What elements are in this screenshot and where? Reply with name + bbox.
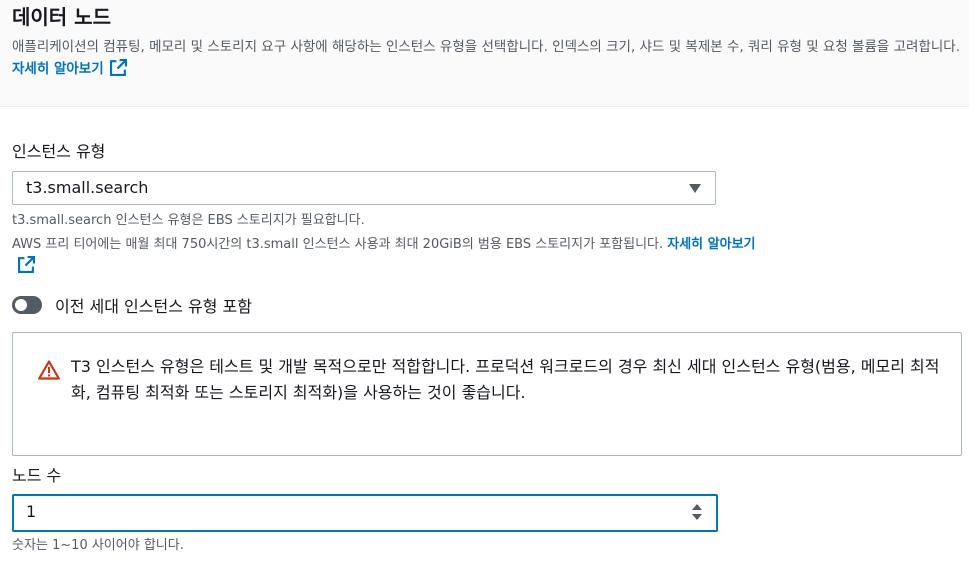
learn-more-label: 자세히 알아보기	[12, 61, 104, 77]
section-header: 데이터 노드 애플리케이션의 컴퓨팅, 메모리 및 스토리지 요구 사항에 해당…	[0, 0, 969, 107]
free-tier-text: AWS 프리 티어에는 매월 최대 750시간의 t3.small 인스턴스 사…	[12, 237, 664, 252]
node-count-input[interactable]	[26, 502, 666, 521]
toggle-knob	[15, 299, 27, 311]
t3-warning-alert: T3 인스턴스 유형은 테스트 및 개발 목적으로만 적합합니다. 프로덕션 워…	[12, 332, 962, 456]
learn-more-link[interactable]: 자세히 알아보기	[12, 59, 127, 77]
previous-generation-toggle-label: 이전 세대 인스턴스 유형 포함	[55, 297, 252, 316]
external-link-icon	[109, 59, 127, 83]
warning-icon	[38, 360, 60, 384]
number-stepper[interactable]	[692, 504, 704, 522]
instance-type-label: 인스턴스 유형	[12, 142, 106, 161]
caret-down-icon[interactable]	[689, 184, 701, 193]
section-title: 데이터 노드	[12, 5, 111, 29]
free-tier-hint: AWS 프리 티어에는 매월 최대 750시간의 t3.small 인스턴스 사…	[12, 234, 772, 281]
stepper-up-icon[interactable]	[692, 504, 702, 510]
description-text: 애플리케이션의 컴퓨팅, 메모리 및 스토리지 요구 사항에 해당하는 인스턴스…	[12, 39, 961, 55]
previous-generation-toggle[interactable]	[12, 296, 42, 314]
node-count-field[interactable]	[12, 494, 718, 532]
node-count-label: 노드 수	[12, 466, 62, 485]
instance-type-ebs-hint: t3.small.search 인스턴스 유형은 EBS 스토리지가 필요합니다…	[12, 213, 365, 228]
node-count-hint: 숫자는 1~10 사이어야 합니다.	[12, 538, 184, 553]
stepper-down-icon[interactable]	[692, 514, 702, 520]
section-description: 애플리케이션의 컴퓨팅, 메모리 및 스토리지 요구 사항에 해당하는 인스턴스…	[12, 36, 962, 83]
instance-type-value: t3.small.search	[26, 178, 149, 197]
instance-type-select[interactable]: t3.small.search	[12, 171, 716, 205]
external-link-icon	[18, 256, 35, 281]
learn-more-label: 자세히 알아보기	[667, 237, 756, 252]
warning-message: T3 인스턴스 유형은 테스트 및 개발 목적으로만 적합합니다. 프로덕션 워…	[71, 357, 940, 402]
